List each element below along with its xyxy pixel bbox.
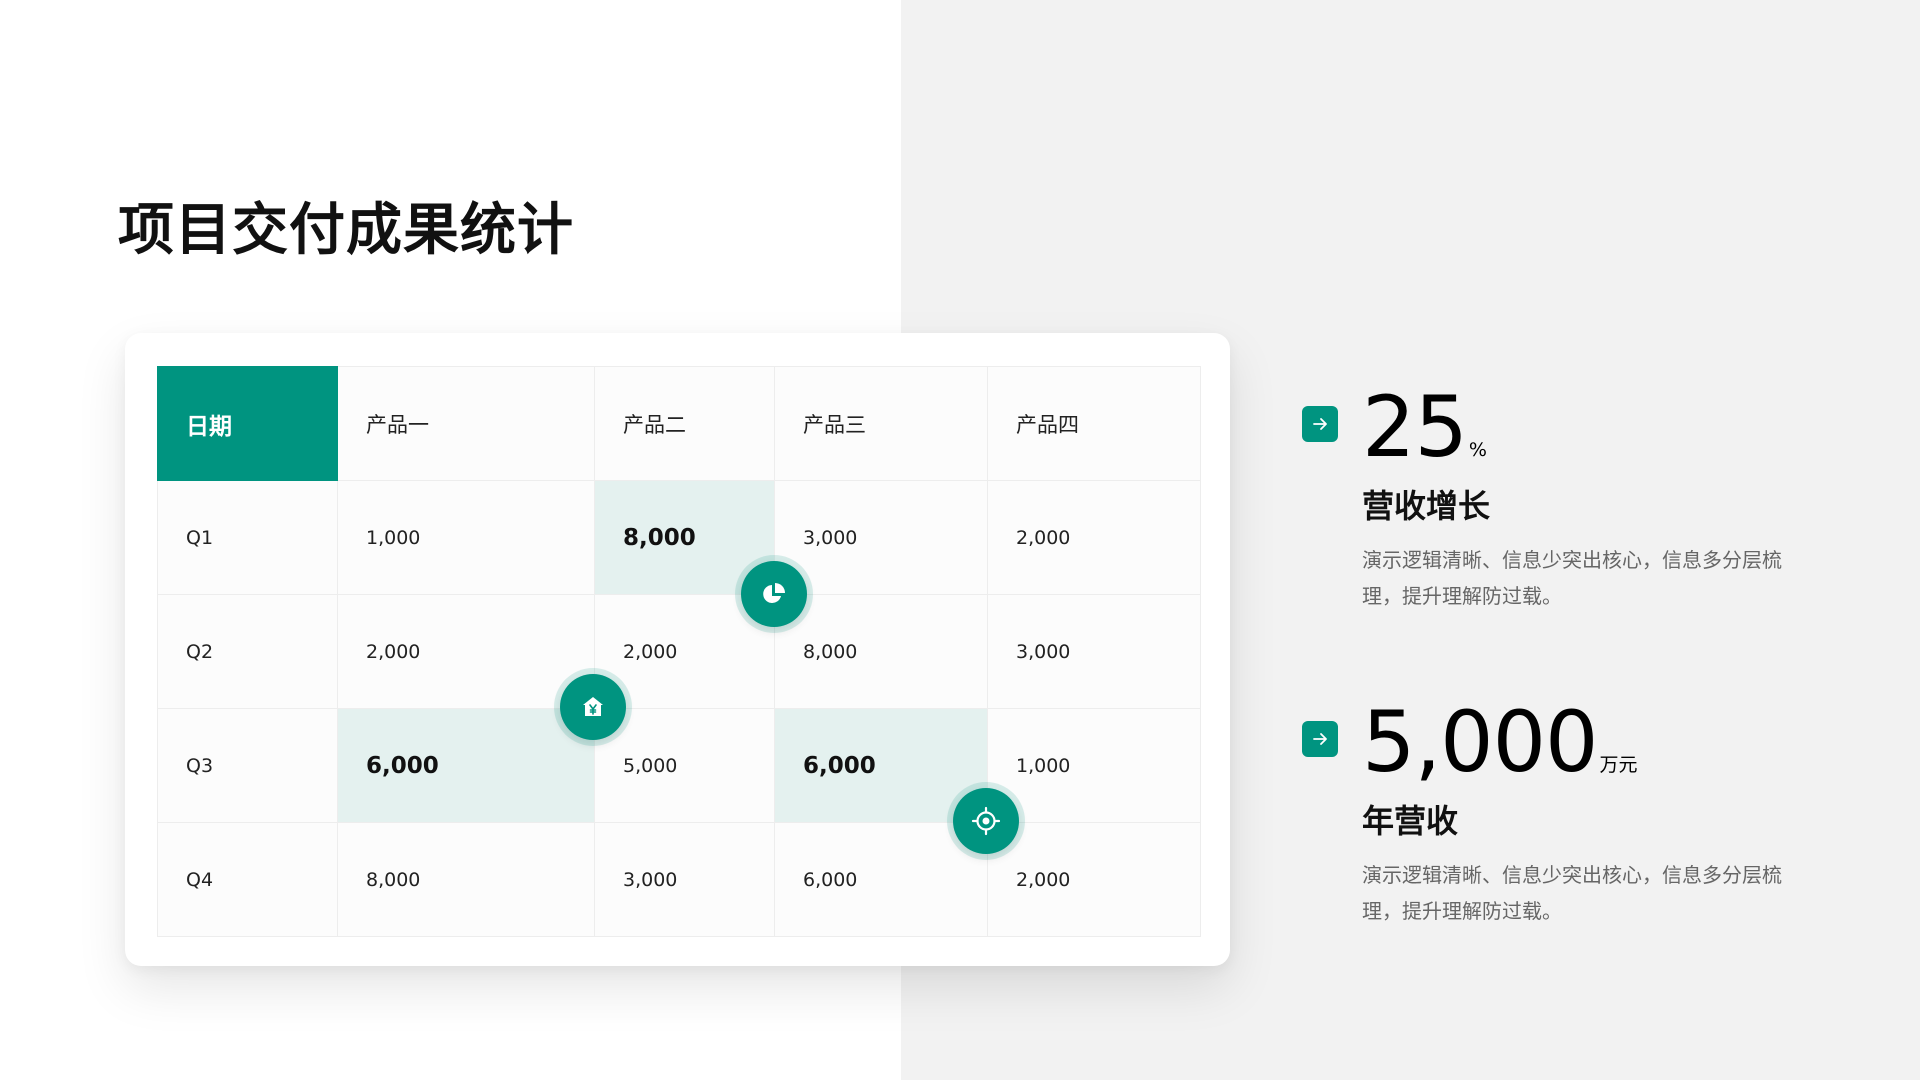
table-cell: 3,000	[774, 480, 988, 595]
page-title: 项目交付成果统计	[118, 198, 574, 263]
table-cell: 8,000	[774, 594, 988, 709]
table-cell: 2,000	[987, 822, 1201, 937]
yen-house-badge	[560, 674, 626, 740]
pie-chart-icon	[763, 583, 785, 603]
row-label: Q1	[157, 480, 338, 595]
table-cell: 3,000	[987, 594, 1201, 709]
stat-value-line: 5,000 万元	[1362, 700, 1638, 784]
stat-value: 25	[1362, 378, 1468, 476]
pie-chart-badge	[741, 561, 807, 627]
stat-unit: 万元	[1599, 754, 1638, 776]
table-row: Q2 2,000 2,000 8,000 3,000	[157, 594, 1201, 709]
table-row: Q4 8,000 3,000 6,000 2,000	[157, 822, 1201, 937]
header-product-2: 产品二	[594, 366, 775, 481]
table-cell: 1,000	[987, 708, 1201, 823]
header-date: 日期	[157, 366, 338, 481]
arrow-right-icon	[1302, 721, 1338, 757]
table-cell: 2,000	[987, 480, 1201, 595]
stat-label: 年营收	[1362, 802, 1459, 840]
yen-house-icon	[583, 697, 603, 716]
table-cell: 2,000	[337, 594, 595, 709]
table-cell: 1,000	[337, 480, 595, 595]
row-label: Q3	[157, 708, 338, 823]
table-cell: 5,000	[594, 708, 775, 823]
header-product-4: 产品四	[987, 366, 1201, 481]
target-badge	[953, 788, 1019, 854]
table-card: 日期 产品一 产品二 产品三 产品四 Q1 1,000 8,000 3,000 …	[125, 333, 1230, 966]
table-cell: 8,000	[337, 822, 595, 937]
header-product-1: 产品一	[337, 366, 595, 481]
row-label: Q2	[157, 594, 338, 709]
stat-unit: %	[1468, 439, 1487, 461]
table-cell: 3,000	[594, 822, 775, 937]
data-table: 日期 产品一 产品二 产品三 产品四 Q1 1,000 8,000 3,000 …	[157, 366, 1201, 937]
header-product-3: 产品三	[774, 366, 988, 481]
stat-description: 演示逻辑清晰、信息少突出核心，信息多分层梳理，提升理解防过载。	[1362, 548, 1782, 608]
arrow-right-icon	[1302, 406, 1338, 442]
stat-value: 5,000	[1362, 693, 1598, 791]
table-row: Q3 6,000 5,000 6,000 1,000	[157, 708, 1201, 823]
row-label: Q4	[157, 822, 338, 937]
stat-annual-revenue: 5,000 万元 年营收 演示逻辑清晰、信息少突出核心，信息多分层梳理，提升理解防…	[1302, 700, 1822, 940]
stat-description: 演示逻辑清晰、信息少突出核心，信息多分层梳理，提升理解防过载。	[1362, 863, 1782, 923]
table-header-row: 日期 产品一 产品二 产品三 产品四	[157, 366, 1201, 481]
table-cell: 6,000	[774, 822, 988, 937]
stat-label: 营收增长	[1362, 487, 1491, 525]
stat-revenue-growth: 25% 营收增长 演示逻辑清晰、信息少突出核心，信息多分层梳理，提升理解防过载。	[1302, 385, 1822, 625]
table-row: Q1 1,000 8,000 3,000 2,000	[157, 480, 1201, 595]
target-icon	[971, 806, 1001, 836]
stat-value-line: 25%	[1362, 385, 1487, 469]
highlighted-cell: 6,000	[337, 708, 595, 823]
